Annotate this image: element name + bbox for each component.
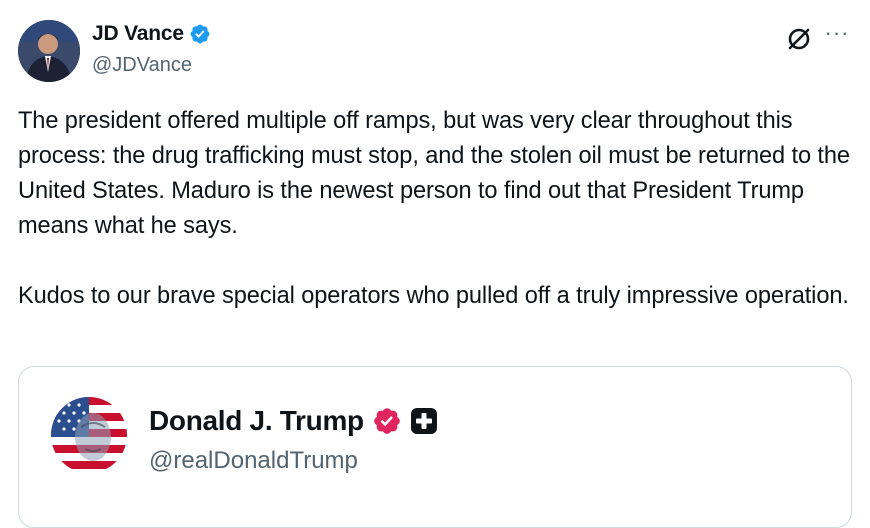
quoted-post-card[interactable]: Donald J. Trump @realDonaldTrump: [18, 366, 852, 528]
quoted-author-display-name[interactable]: Donald J. Trump: [149, 405, 364, 437]
quoted-author-handle[interactable]: @realDonaldTrump: [149, 447, 358, 475]
author-avatar[interactable]: [18, 20, 80, 82]
post-text: The president offered multiple off ramps…: [18, 104, 858, 314]
post-paragraph-2: Kudos to our brave special operators who…: [18, 283, 849, 309]
post-paragraph-1: The president offered multiple off ramps…: [18, 108, 850, 239]
affiliate-square-icon[interactable]: [410, 407, 438, 435]
verified-badge-icon[interactable]: [189, 23, 211, 45]
verified-badge-icon[interactable]: [372, 406, 402, 436]
tweet: JD Vance @JDVance ··· The president offe…: [0, 0, 870, 528]
quoted-author-name-row: Donald J. Trump: [149, 405, 438, 437]
quoted-author-avatar-image: [51, 397, 127, 473]
quoted-author-avatar[interactable]: [51, 397, 127, 473]
author-avatar-image: [18, 20, 80, 82]
more-options-icon[interactable]: ···: [822, 22, 852, 52]
author-display-name[interactable]: JD Vance: [92, 22, 184, 46]
grok-icon[interactable]: [784, 24, 814, 54]
author-name-row: JD Vance: [92, 22, 211, 46]
author-handle[interactable]: @JDVance: [92, 54, 192, 77]
